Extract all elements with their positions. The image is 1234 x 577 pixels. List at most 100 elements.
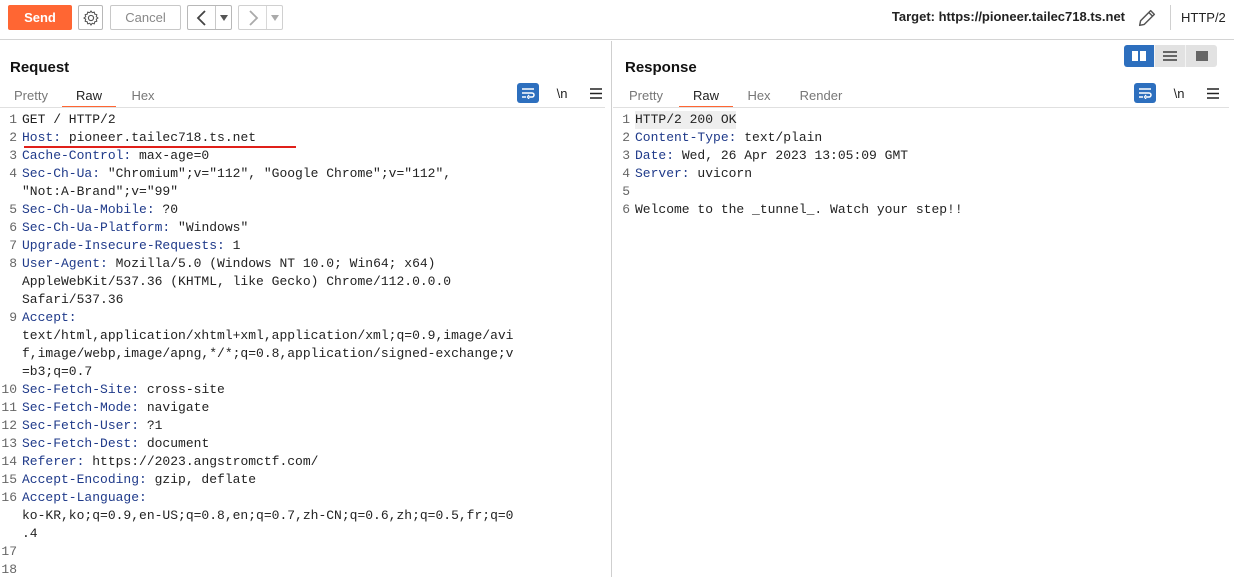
settings-button[interactable]	[78, 5, 103, 30]
code-line[interactable]: 10 Sec-Fetch-Site: cross-site	[0, 381, 605, 399]
code-line[interactable]: 8 User-Agent: Mozilla/5.0 (Windows NT 10.…	[0, 255, 605, 273]
code-line[interactable]: 5 Sec-Ch-Ua-Mobile: ?0	[0, 201, 605, 219]
code-line[interactable]: 3 Cache-Control: max-age=0	[0, 147, 605, 165]
line-content: Sec-Ch-Ua-Platform: "Windows"	[22, 219, 248, 237]
line-content: Cache-Control: max-age=0	[22, 147, 209, 165]
line-number	[0, 507, 22, 525]
header-value: document	[139, 436, 210, 451]
chevron-right-icon	[248, 9, 258, 26]
line-content: Welcome to the _tunnel_. Watch your step…	[635, 201, 963, 219]
request-editor[interactable]: 1 GET / HTTP/2 2 Host: pioneer.tailec718.ts…	[0, 111, 605, 577]
line-number	[0, 291, 22, 309]
toolbar: Send Cancel Target: https://pioneer.tail…	[0, 0, 1234, 40]
code-line[interactable]: 16 Accept-Language:	[0, 489, 605, 507]
code-line[interactable]: 4 Server: uvicorn	[613, 165, 1217, 183]
line-content: Accept-Encoding: gzip, deflate	[22, 471, 256, 489]
code-line[interactable]: 18	[0, 561, 605, 577]
forward-button[interactable]	[239, 6, 267, 29]
code-line[interactable]: 1 HTTP/2 200 OK	[613, 111, 1217, 129]
line-content: User-Agent: Mozilla/5.0 (Windows NT 10.0…	[22, 255, 435, 273]
code-line[interactable]: 5	[613, 183, 1217, 201]
tab-hex[interactable]: Hex	[116, 84, 170, 108]
request-panel: Request Pretty Raw Hex \n 1 GET / HTTP/2 2…	[0, 41, 612, 577]
code-line[interactable]: 3 Date: Wed, 26 Apr 2023 13:05:09 GMT	[613, 147, 1217, 165]
header-name: Sec-Ch-Ua-Mobile:	[22, 202, 155, 217]
code-line[interactable]: 2 Content-Type: text/plain	[613, 129, 1217, 147]
header-value: gzip, deflate	[146, 472, 257, 487]
line-number: 6	[622, 202, 630, 217]
line-content: text/html,application/xhtml+xml,applicat…	[22, 327, 513, 345]
code-line[interactable]: f,image/webp,image/apng,*/*;q=0.8,applic…	[0, 345, 605, 363]
header-name: Accept:	[22, 310, 77, 325]
tab-pretty[interactable]: Pretty	[613, 84, 679, 108]
code-line[interactable]: 2 Host: pioneer.tailec718.ts.net	[0, 129, 605, 147]
header-value: GET / HTTP/2	[22, 112, 116, 127]
code-line[interactable]: =b3;q=0.7	[0, 363, 605, 381]
tab-pretty[interactable]: Pretty	[0, 84, 62, 108]
word-wrap-toggle[interactable]	[1134, 83, 1156, 103]
line-number: 8	[9, 256, 17, 271]
layout-stacked-button[interactable]	[1155, 45, 1186, 67]
word-wrap-toggle[interactable]	[517, 83, 539, 103]
edit-target-button[interactable]	[1134, 5, 1160, 31]
header-value: =b3;q=0.7	[22, 364, 93, 379]
code-line[interactable]: text/html,application/xhtml+xml,applicat…	[0, 327, 605, 345]
tab-raw[interactable]: Raw	[62, 84, 116, 108]
line-content: Sec-Ch-Ua: "Chromium";v="112", "Google C…	[22, 165, 451, 183]
code-line[interactable]: 9 Accept:	[0, 309, 605, 327]
single-pane-icon	[1195, 51, 1208, 61]
history-forward-group[interactable]	[238, 5, 283, 30]
send-button[interactable]: Send	[8, 5, 72, 30]
code-line[interactable]: "Not:A-Brand";v="99"	[0, 183, 605, 201]
layout-tabs-button[interactable]	[1186, 45, 1217, 67]
newline-toggle[interactable]: \n	[551, 83, 573, 103]
code-line[interactable]: 14 Referer: https://2023.angstromctf.com/	[0, 453, 605, 471]
code-line[interactable]: 4 Sec-Ch-Ua: "Chromium";v="112", "Google …	[0, 165, 605, 183]
back-button[interactable]	[188, 6, 216, 29]
forward-dropdown[interactable]	[267, 6, 282, 29]
code-line[interactable]: AppleWebKit/537.36 (KHTML, like Gecko) C…	[0, 273, 605, 291]
header-value: ?1	[139, 418, 163, 433]
code-line[interactable]: 15 Accept-Encoding: gzip, deflate	[0, 471, 605, 489]
header-name: Sec-Fetch-Mode:	[22, 400, 140, 415]
code-line[interactable]: 13 Sec-Fetch-Dest: document	[0, 435, 605, 453]
header-value: max-age=0	[131, 148, 210, 163]
back-dropdown[interactable]	[216, 6, 231, 29]
code-line[interactable]: 6 Welcome to the _tunnel_. Watch your ste…	[613, 201, 1217, 219]
line-number: 6	[9, 220, 17, 235]
header-name: Upgrade-Insecure-Requests:	[22, 238, 225, 253]
cancel-button[interactable]: Cancel	[110, 5, 181, 30]
code-line[interactable]: 6 Sec-Ch-Ua-Platform: "Windows"	[0, 219, 605, 237]
http-version-toggle[interactable]: HTTP/2	[1170, 5, 1226, 30]
code-line[interactable]: 7 Upgrade-Insecure-Requests: 1	[0, 237, 605, 255]
layout-side-by-side-button[interactable]	[1124, 45, 1155, 67]
menu-button[interactable]	[585, 83, 607, 103]
response-tools: \n	[1134, 83, 1224, 103]
history-back-group[interactable]	[187, 5, 232, 30]
line-number: 16	[1, 490, 17, 505]
code-line[interactable]: Safari/537.36	[0, 291, 605, 309]
tab-hex[interactable]: Hex	[733, 84, 785, 108]
line-number: 7	[9, 238, 17, 253]
menu-button[interactable]	[1202, 83, 1224, 103]
newline-toggle[interactable]: \n	[1168, 83, 1190, 103]
line-number: 14	[1, 454, 17, 469]
line-number: 2	[9, 130, 17, 145]
line-content: ko-KR,ko;q=0.9,en-US;q=0.8,en;q=0.7,zh-C…	[22, 507, 513, 525]
code-line[interactable]: 1 GET / HTTP/2	[0, 111, 605, 129]
code-line[interactable]: ko-KR,ko;q=0.9,en-US;q=0.8,en;q=0.7,zh-C…	[0, 507, 605, 525]
header-name: Cache-Control:	[22, 148, 132, 163]
line-content: AppleWebKit/537.36 (KHTML, like Gecko) C…	[22, 273, 451, 291]
tab-raw[interactable]: Raw	[679, 84, 733, 108]
header-name: Date:	[635, 148, 675, 163]
header-value: ?0	[154, 202, 179, 217]
header-value: Wed, 26 Apr 2023 13:05:09 GMT	[674, 148, 909, 163]
line-content: GET / HTTP/2	[22, 111, 116, 129]
response-editor[interactable]: 1 HTTP/2 200 OK 2 Content-Type: text/plain 3…	[613, 111, 1217, 219]
code-line[interactable]: .4	[0, 525, 605, 543]
code-line[interactable]: 12 Sec-Fetch-User: ?1	[0, 417, 605, 435]
tabs-divider	[613, 107, 1229, 108]
code-line[interactable]: 11 Sec-Fetch-Mode: navigate	[0, 399, 605, 417]
code-line[interactable]: 17	[0, 543, 605, 561]
tab-render[interactable]: Render	[785, 84, 857, 108]
